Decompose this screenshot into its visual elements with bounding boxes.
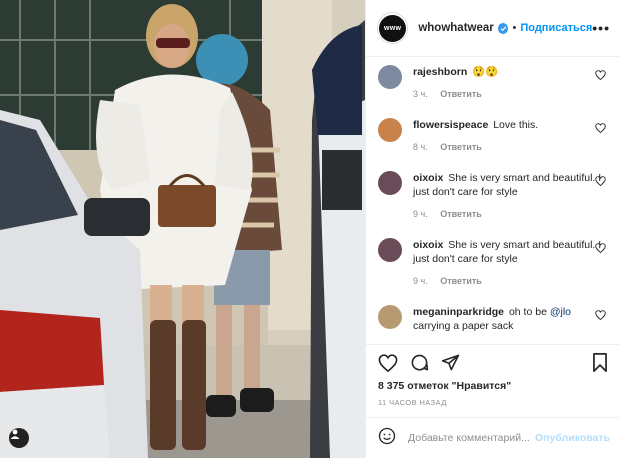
commenter-username[interactable]: meganinparkridge bbox=[413, 306, 504, 318]
comment-like-heart-icon[interactable] bbox=[595, 176, 606, 186]
comment-text: 😲😲 bbox=[472, 66, 499, 78]
user-tag-icon[interactable] bbox=[9, 428, 29, 448]
post-side-panel: www whowhatwear • Подписаться ••• rajesh… bbox=[365, 0, 620, 458]
author-avatar-text: www bbox=[379, 14, 407, 42]
comment-time: 8 ч. bbox=[413, 142, 428, 152]
likes-count[interactable]: 8 375 отметок "Нравится" bbox=[366, 380, 620, 392]
commenter-avatar[interactable] bbox=[378, 171, 402, 195]
comments-list: rajeshborn 😲😲 3 ч. Ответить flowersispea… bbox=[366, 57, 620, 344]
comment-time: 9 ч. bbox=[413, 209, 428, 219]
heart-icon[interactable] bbox=[378, 353, 398, 372]
comment-icon[interactable] bbox=[410, 353, 429, 372]
comment-text-after: carrying a paper sack bbox=[413, 320, 514, 332]
commenter-avatar[interactable] bbox=[378, 305, 402, 329]
comment-item: rajeshborn 😲😲 3 ч. Ответить bbox=[378, 65, 606, 113]
commenter-username[interactable]: oixoix bbox=[413, 239, 443, 251]
reply-button[interactable]: Ответить bbox=[440, 89, 482, 99]
share-icon[interactable] bbox=[441, 353, 460, 372]
post-time: 11 ЧАСОВ НАЗАД bbox=[378, 398, 447, 407]
follow-button[interactable]: Подписаться bbox=[520, 22, 592, 34]
post-photo[interactable] bbox=[0, 0, 365, 458]
comment-body: meganinparkridge oh to be @jlo carrying … bbox=[413, 305, 606, 333]
comment-body: rajeshborn 😲😲 3 ч. Ответить bbox=[413, 65, 606, 113]
comment-like-heart-icon[interactable] bbox=[595, 70, 606, 80]
comment-item: flowersispeace Love this. 8 ч. Ответить bbox=[378, 118, 606, 166]
reply-button[interactable]: Ответить bbox=[440, 209, 482, 219]
comment-item: oixoix She is very smart and beautiful. … bbox=[378, 238, 606, 300]
author-avatar[interactable]: www bbox=[377, 12, 409, 44]
reply-button[interactable]: Ответить bbox=[440, 276, 482, 286]
comment-body: flowersispeace Love this. 8 ч. Ответить bbox=[413, 118, 606, 166]
commenter-avatar[interactable] bbox=[378, 118, 402, 142]
comment-meta: 8 ч. Ответить bbox=[413, 140, 606, 154]
separator-dot: • bbox=[512, 22, 517, 34]
comment-text: Love this. bbox=[493, 119, 539, 131]
mention-link[interactable]: @jlo bbox=[550, 306, 571, 318]
post-header: www whowhatwear • Подписаться ••• bbox=[366, 0, 620, 57]
verified-icon bbox=[497, 22, 509, 34]
reply-button[interactable]: Ответить bbox=[440, 142, 482, 152]
comment-time: 9 ч. bbox=[413, 276, 428, 286]
comment-body: oixoix She is very smart and beautiful. … bbox=[413, 238, 606, 300]
comment-like-heart-icon[interactable] bbox=[595, 123, 606, 133]
commenter-username[interactable]: flowersispeace bbox=[413, 119, 488, 131]
comment-text-before: oh to be bbox=[508, 306, 550, 318]
comment-input[interactable]: Добавьте комментарий... bbox=[408, 432, 535, 444]
post-actions-bar bbox=[366, 344, 620, 380]
comment-meta: 9 ч. Ответить bbox=[413, 274, 606, 288]
street-photo-illustration bbox=[0, 0, 365, 458]
comment-like-heart-icon[interactable] bbox=[595, 243, 606, 253]
comment-item: meganinparkridge oh to be @jlo carrying … bbox=[378, 305, 606, 333]
bookmark-icon[interactable] bbox=[592, 353, 608, 372]
comment-like-heart-icon[interactable] bbox=[595, 310, 606, 320]
comment-time: 3 ч. bbox=[413, 89, 428, 99]
comment-meta: 3 ч. Ответить bbox=[413, 87, 606, 101]
author-username[interactable]: whowhatwear bbox=[418, 22, 493, 34]
add-comment-bar: Добавьте комментарий... Опубликовать bbox=[366, 417, 620, 458]
comment-meta: 9 ч. Ответить bbox=[413, 207, 606, 221]
publish-button[interactable]: Опубликовать bbox=[535, 432, 610, 444]
comment-body: oixoix She is very smart and beautiful. … bbox=[413, 171, 606, 233]
commenter-username[interactable]: rajeshborn bbox=[413, 66, 467, 78]
commenter-username[interactable]: oixoix bbox=[413, 172, 443, 184]
emoji-icon[interactable] bbox=[378, 427, 396, 450]
comment-item: oixoix She is very smart and beautiful. … bbox=[378, 171, 606, 233]
commenter-avatar[interactable] bbox=[378, 65, 402, 89]
more-options-icon[interactable]: ••• bbox=[592, 20, 610, 36]
commenter-avatar[interactable] bbox=[378, 238, 402, 262]
instagram-post: www whowhatwear • Подписаться ••• rajesh… bbox=[0, 0, 620, 458]
